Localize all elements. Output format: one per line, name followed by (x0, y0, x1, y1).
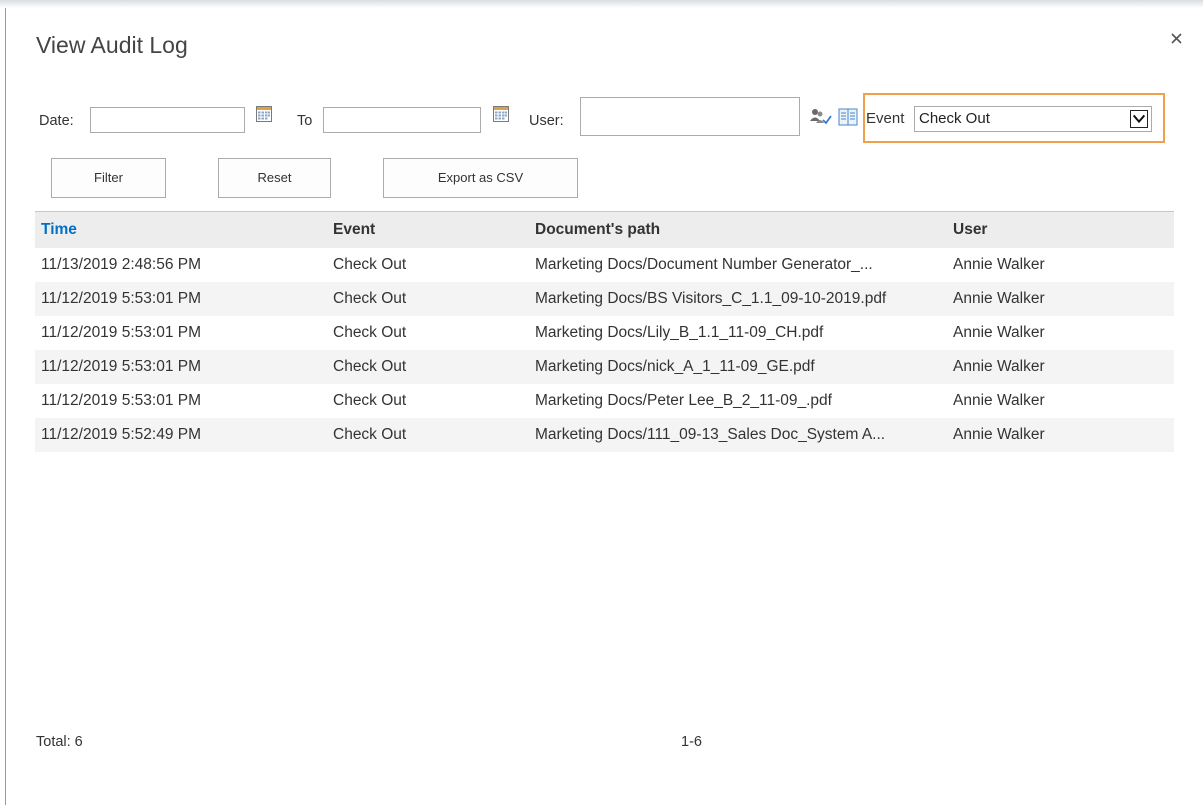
calendar-icon[interactable] (493, 106, 509, 122)
cell-time: 11/13/2019 2:48:56 PM (41, 256, 202, 273)
table-header: Time Event Document's path User (35, 212, 1174, 248)
page-range: 1-6 (681, 734, 702, 750)
total-count: Total: 6 (36, 734, 83, 750)
calendar-icon[interactable] (256, 106, 272, 122)
address-book-icon[interactable] (838, 108, 858, 126)
cell-event: Check Out (333, 324, 407, 341)
cell-user: Annie Walker (953, 358, 1045, 375)
cell-document-path: Marketing Docs/nick_A_1_11-09_GE.pdf (535, 358, 815, 375)
column-header-user: User (953, 221, 988, 238)
export-csv-button[interactable]: Export as CSV (383, 158, 578, 198)
user-input[interactable] (580, 97, 800, 136)
filter-button[interactable]: Filter (51, 158, 166, 198)
cell-document-path: Marketing Docs/BS Visitors_C_1.1_09-10-2… (535, 290, 887, 307)
check-names-icon[interactable] (810, 108, 832, 126)
event-select[interactable]: Check Out (914, 106, 1152, 132)
cell-user: Annie Walker (953, 324, 1045, 341)
chevron-down-icon[interactable] (1130, 110, 1148, 128)
close-icon[interactable] (1168, 30, 1186, 48)
cell-time: 11/12/2019 5:53:01 PM (41, 290, 202, 307)
cell-event: Check Out (333, 358, 407, 375)
user-label: User: (529, 113, 564, 129)
audit-log-table: Time Event Document's path User 11/13/20… (35, 211, 1174, 452)
cell-event: Check Out (333, 256, 407, 273)
cell-event: Check Out (333, 392, 407, 409)
to-label: To (297, 113, 313, 129)
table-row: 11/13/2019 2:48:56 PM Check Out Marketin… (35, 248, 1174, 282)
column-header-document-path: Document's path (535, 221, 661, 238)
column-header-time[interactable]: Time (41, 221, 77, 239)
cell-user: Annie Walker (953, 290, 1045, 307)
table-row: 11/12/2019 5:53:01 PM Check Out Marketin… (35, 350, 1174, 384)
cell-time: 11/12/2019 5:53:01 PM (41, 358, 202, 375)
cell-event: Check Out (333, 426, 407, 443)
cell-user: Annie Walker (953, 256, 1045, 273)
cell-user: Annie Walker (953, 392, 1045, 409)
event-label: Event (866, 110, 905, 127)
cell-time: 11/12/2019 5:53:01 PM (41, 392, 202, 409)
table-row: 11/12/2019 5:52:49 PM Check Out Marketin… (35, 418, 1174, 452)
cell-document-path: Marketing Docs/Peter Lee_B_2_11-09_.pdf (535, 392, 832, 409)
cell-document-path: Marketing Docs/Lily_B_1.1_11-09_CH.pdf (535, 324, 824, 341)
cell-time: 11/12/2019 5:52:49 PM (41, 426, 202, 443)
window-left-edge (5, 8, 6, 805)
window-top-strip (0, 0, 1203, 8)
reset-button[interactable]: Reset (218, 158, 331, 198)
cell-time: 11/12/2019 5:53:01 PM (41, 324, 202, 341)
cell-event: Check Out (333, 290, 407, 307)
cell-user: Annie Walker (953, 426, 1045, 443)
column-header-event: Event (333, 221, 376, 238)
table-row: 11/12/2019 5:53:01 PM Check Out Marketin… (35, 384, 1174, 418)
table-row: 11/12/2019 5:53:01 PM Check Out Marketin… (35, 282, 1174, 316)
event-select-value: Check Out (919, 110, 990, 127)
table-row: 11/12/2019 5:53:01 PM Check Out Marketin… (35, 316, 1174, 350)
dialog-title: View Audit Log (36, 32, 188, 58)
cell-document-path: Marketing Docs/111_09-13_Sales Doc_Syste… (535, 426, 886, 443)
date-from-input[interactable] (90, 107, 245, 133)
date-label: Date: (39, 113, 74, 129)
cell-document-path: Marketing Docs/Document Number Generator… (535, 256, 873, 273)
date-to-input[interactable] (323, 107, 481, 133)
